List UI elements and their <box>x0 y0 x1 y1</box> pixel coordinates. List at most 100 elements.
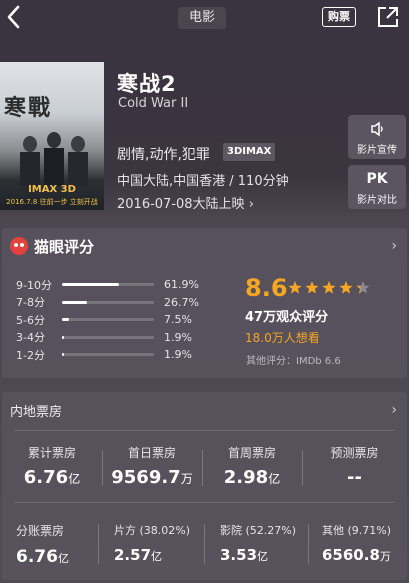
forecast-box-office: 预测票房 -- <box>302 444 407 488</box>
share-icon <box>378 7 398 27</box>
stat-label: 影院 (52.27%) <box>220 524 297 537</box>
stat-value: 6.76亿 <box>2 467 102 488</box>
rating-row-label: 9-10分 <box>16 278 52 292</box>
movie-poster[interactable]: 寒戰 IMAX 3D 2016.7.8 往前一步 立刻开战 <box>0 62 104 210</box>
poster-slogan: 往前一步 立刻开战 <box>39 198 98 206</box>
split-other: 其他 (9.71%) 6560.8万 <box>322 522 391 564</box>
stat-number: -- <box>347 467 362 488</box>
poster-date: 2016.7.8 往前一步 立刻开战 <box>0 197 104 207</box>
rating-title: 猫眼评分 <box>34 237 95 256</box>
pk-icon: PK <box>366 171 388 187</box>
stat-label: 首日票房 <box>127 446 176 460</box>
star-icon <box>305 281 319 294</box>
maoyan-logo-icon <box>10 237 28 255</box>
stat-number: 2.57 <box>114 546 152 564</box>
stat-value: 6.76亿 <box>16 547 69 567</box>
divider <box>204 524 205 564</box>
poster-title: 寒戰 <box>4 95 53 121</box>
rating-row-bar <box>62 283 154 287</box>
stat-number: 2.98 <box>223 467 269 488</box>
stat-label: 其他 (9.71%) <box>322 524 392 537</box>
compare-label: 影片对比 <box>357 195 397 206</box>
rating-row-percent: 1.9% <box>164 348 192 362</box>
rating-row-fill <box>62 283 119 287</box>
back-button[interactable] <box>4 4 26 30</box>
rating-row: 9-10分 61.9% <box>16 276 199 294</box>
first-week-box-office: 首周票房 2.98亿 <box>202 444 302 488</box>
rating-row-label: 7-8分 <box>16 296 45 310</box>
rating-distribution: 9-10分 61.9% 7-8分 26.7% 5-6分 7.5% 3-4分 1.9% 1-2分 1… <box>16 276 199 364</box>
rating-row: 5-6分 7.5% <box>16 311 199 329</box>
box-office-header: 内地票房 › <box>2 392 407 428</box>
rating-row-bar <box>62 300 154 304</box>
stat-unit: 亿 <box>151 550 163 563</box>
divider <box>14 502 395 503</box>
rating-row-bar <box>62 335 154 339</box>
divider <box>308 524 309 564</box>
page-title: 电影 <box>178 7 226 29</box>
star-rating <box>288 281 370 294</box>
stat-value: 9569.7万 <box>102 467 202 488</box>
stat-label: 累计票房 <box>27 446 76 460</box>
split-box-office: 分账票房 6.76亿 <box>16 522 69 567</box>
rating-row-fill <box>62 335 64 339</box>
buy-ticket-button[interactable]: 购票 <box>322 7 356 27</box>
movie-english-title: Cold War II <box>118 96 189 111</box>
movie-genres: 剧情,动作,犯罪 <box>117 147 210 163</box>
stat-value: 2.57亿 <box>114 546 190 564</box>
chevron-right-icon: › <box>391 402 397 418</box>
rating-row-label: 3-4分 <box>16 331 45 345</box>
movie-release-date[interactable]: 2016-07-08大陆上映 › <box>117 193 254 212</box>
stat-unit: 亿 <box>68 472 81 486</box>
chevron-left-icon <box>7 5 20 29</box>
stat-number: 9569.7 <box>111 467 181 488</box>
promo-button[interactable]: 影片宣传 <box>348 115 406 159</box>
top-nav-bar: 电影 购票 <box>0 0 409 36</box>
want-count: 18.0万人想看 <box>245 331 320 345</box>
release-text: 2016-07-08大陆上映 <box>117 197 245 212</box>
rating-row: 3-4分 1.9% <box>16 329 199 347</box>
box-office-title: 内地票房 <box>10 404 63 420</box>
rating-row-label: 5-6分 <box>16 313 45 327</box>
poster-figures <box>20 132 88 186</box>
divider <box>14 430 395 431</box>
stat-unit: 亿 <box>268 472 281 486</box>
rating-row-bar <box>62 318 154 322</box>
divider <box>98 524 99 564</box>
chevron-right-icon: › <box>248 197 254 212</box>
stat-label: 预测票房 <box>330 446 379 460</box>
stat-number: 6.76 <box>16 547 58 567</box>
compare-button[interactable]: PK 影片对比 <box>348 165 406 209</box>
rating-row-fill <box>62 300 87 304</box>
movie-region-duration: 中国大陆,中国香港 / 110分钟 <box>117 174 289 189</box>
promo-label: 影片宣传 <box>357 145 397 156</box>
rating-row-label: 1-2分 <box>16 348 45 362</box>
first-day-box-office: 首日票房 9569.7万 <box>102 444 202 488</box>
movie-title: 寒战2 <box>117 72 177 96</box>
star-icon <box>339 281 353 294</box>
stat-value: 3.53亿 <box>220 546 296 564</box>
audience-count: 47万观众评分 <box>245 310 329 325</box>
rating-row-percent: 1.9% <box>164 330 192 344</box>
stat-value: -- <box>302 467 407 488</box>
split-studio: 片方 (38.02%) 2.57亿 <box>114 522 190 564</box>
rating-row: 1-2分 1.9% <box>16 346 199 364</box>
stat-label: 片方 (38.02%) <box>114 524 191 537</box>
stat-number: 3.53 <box>220 546 258 564</box>
poster-date-text: 2016.7.8 <box>6 198 38 206</box>
split-cinema: 影院 (52.27%) 3.53亿 <box>220 522 296 564</box>
star-icon <box>288 281 302 294</box>
stat-number: 6560.8 <box>322 546 380 564</box>
star-icon <box>322 281 336 294</box>
stat-label: 分账票房 <box>16 524 65 538</box>
stat-number: 6.76 <box>23 467 69 488</box>
rating-panel[interactable]: 猫眼评分 › 9-10分 61.9% 7-8分 26.7% 5-6分 7.5% 3-4分 1.… <box>2 228 407 378</box>
total-box-office: 累计票房 6.76亿 <box>2 444 102 488</box>
rating-header: 猫眼评分 › <box>2 228 407 264</box>
stat-unit: 亿 <box>257 550 269 563</box>
box-office-panel[interactable]: 内地票房 › 累计票房 6.76亿 首日票房 9569.7万 首周票房 2.98… <box>2 392 407 580</box>
stat-unit: 万 <box>180 472 193 486</box>
rating-row-fill <box>62 318 69 322</box>
rating-row-fill <box>62 353 64 357</box>
share-button[interactable] <box>376 5 400 29</box>
